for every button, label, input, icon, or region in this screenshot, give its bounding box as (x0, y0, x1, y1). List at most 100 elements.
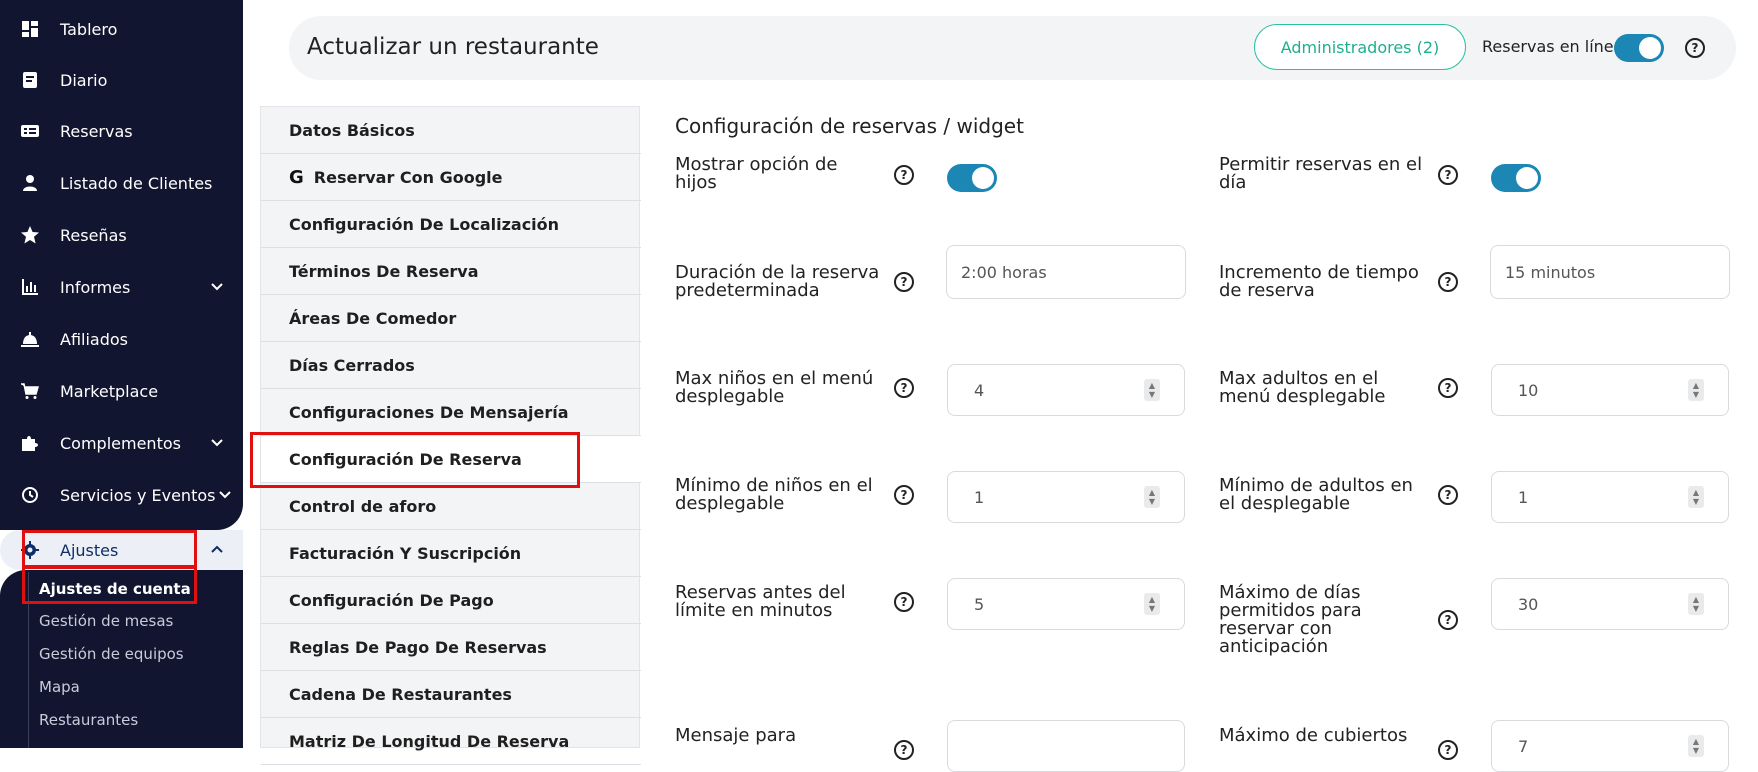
stepper-arrows[interactable]: ▲ ▼ (1144, 379, 1160, 401)
tab-label: Reservar Con Google (313, 167, 503, 187)
sidebar-item-label: Afiliados (60, 329, 128, 349)
help-icon[interactable]: ? (894, 592, 914, 612)
tab-facturacion[interactable]: Facturación Y Suscripción (261, 530, 641, 577)
min-children-label: Mínimo de niños en el desplegable (675, 475, 873, 514)
submenu-item-gestion-mesas[interactable]: Gestión de mesas (39, 612, 173, 630)
cart-icon (20, 381, 40, 401)
submenu-item-restaurantes[interactable]: Restaurantes (39, 711, 138, 729)
dashboard-icon (20, 19, 40, 39)
toggle-knob (972, 167, 994, 189)
help-icon[interactable]: ? (1438, 378, 1458, 398)
sidebar-item-marketplace[interactable]: Marketplace (0, 368, 243, 414)
time-increment-label: Incremento de tiempo de reserva (1219, 262, 1419, 301)
sidebar-item-label: Tablero (60, 19, 118, 39)
stepper-arrows[interactable]: ▲ ▼ (1688, 593, 1704, 615)
highlight-box (22, 566, 197, 604)
stepper-arrows[interactable]: ▲ ▼ (1144, 593, 1160, 615)
chevron-down-icon (219, 491, 231, 499)
sidebar-item-afiliados[interactable]: Afiliados (0, 316, 243, 362)
chart-icon (20, 277, 40, 297)
toggle-knob (1639, 37, 1661, 59)
sidebar-item-label: Marketplace (60, 381, 159, 401)
chevron-down-icon (211, 439, 223, 447)
time-increment-field[interactable]: 15 minutos (1490, 245, 1730, 299)
show-children-toggle[interactable] (947, 164, 997, 192)
stepper-arrows[interactable]: ▲ ▼ (1688, 735, 1704, 757)
help-icon[interactable]: ? (894, 272, 914, 292)
tab-localizacion[interactable]: Configuración De Localización (261, 201, 641, 248)
sidebar-item-label: Informes (60, 277, 131, 297)
sidebar-item-complementos[interactable]: Complementos (0, 420, 243, 466)
sidebar-item-label: Reseñas (60, 225, 127, 245)
show-children-label: Mostrar opción de hijos (675, 154, 838, 193)
max-children-stepper[interactable]: 4 ▲ ▼ (947, 364, 1185, 416)
administrators-button[interactable]: Administradores (2) (1254, 24, 1466, 70)
star-icon (20, 225, 40, 245)
max-days-stepper[interactable]: 30 ▲ ▼ (1491, 578, 1729, 630)
help-icon[interactable]: ? (1438, 485, 1458, 505)
min-children-stepper[interactable]: 1 ▲ ▼ (947, 471, 1185, 523)
tab-mensajeria[interactable]: Configuraciones De Mensajería (261, 389, 641, 436)
sidebar-item-informes[interactable]: Informes (0, 264, 243, 310)
stepper-value: 4 (974, 380, 985, 400)
tab-matriz-longitud[interactable]: Matriz De Longitud De Reserva (261, 718, 641, 765)
sidebar-item-clientes[interactable]: Listado de Clientes (0, 160, 243, 206)
sidebar-item-label: Listado de Clientes (60, 173, 213, 193)
stepper-value: 1 (1518, 487, 1529, 507)
book-icon (20, 70, 40, 90)
default-duration-field[interactable]: 2:00 horas (946, 245, 1186, 299)
tab-reservar-google[interactable]: G Reservar Con Google (261, 154, 641, 201)
sidebar-item-reservas[interactable]: Reservas (0, 108, 243, 154)
sidebar: Tablero Diario Reservas Listado de Clien… (0, 0, 243, 748)
settings-tabs: Datos Básicos G Reservar Con Google Conf… (260, 106, 641, 765)
chevron-up-icon (211, 545, 223, 553)
max-covers-stepper[interactable]: 7 ▲ ▼ (1491, 720, 1729, 772)
help-icon[interactable]: ? (1438, 740, 1458, 760)
tab-configuracion-pago[interactable]: Configuración De Pago (261, 577, 641, 624)
stepper-arrows[interactable]: ▲ ▼ (1144, 486, 1160, 508)
max-days-label: Máximo de días permitidos para reservar … (1219, 582, 1362, 657)
max-adults-stepper[interactable]: 10 ▲ ▼ (1491, 364, 1729, 416)
highlight-box (250, 432, 580, 488)
max-covers-label: Máximo de cubiertos (1219, 725, 1408, 746)
stepper-value: 10 (1518, 380, 1539, 400)
help-icon[interactable]: ? (894, 378, 914, 398)
stepper-arrows[interactable]: ▲ ▼ (1688, 379, 1704, 401)
sidebar-item-diario[interactable]: Diario (0, 57, 243, 103)
google-icon: G (289, 166, 304, 188)
same-day-label: Permitir reservas en el día (1219, 154, 1423, 193)
tab-cadena-restaurantes[interactable]: Cadena De Restaurantes (261, 671, 641, 718)
help-icon[interactable]: ? (1438, 272, 1458, 292)
tab-dias-cerrados[interactable]: Días Cerrados (261, 342, 641, 389)
max-children-label: Max niños en el menú desplegable (675, 368, 874, 407)
sidebar-item-servicios[interactable]: Servicios y Eventos (0, 472, 243, 518)
user-icon (20, 173, 40, 193)
before-limit-stepper[interactable]: 5 ▲ ▼ (947, 578, 1185, 630)
same-day-toggle[interactable] (1491, 164, 1541, 192)
help-icon[interactable]: ? (1685, 38, 1705, 58)
tab-control-aforo[interactable]: Control de aforo (261, 483, 641, 530)
submenu-item-gestion-equipos[interactable]: Gestión de equipos (39, 645, 184, 663)
bell-icon (20, 329, 40, 349)
puzzle-icon (20, 433, 40, 453)
stepper-value: 30 (1518, 594, 1539, 614)
sidebar-item-resenas[interactable]: Reseñas (0, 212, 243, 258)
stepper-arrows[interactable]: ▲ ▼ (1688, 486, 1704, 508)
help-icon[interactable]: ? (1438, 165, 1458, 185)
help-icon[interactable]: ? (894, 165, 914, 185)
tab-datos-basicos[interactable]: Datos Básicos (261, 107, 641, 154)
tab-reglas-pago[interactable]: Reglas De Pago De Reservas (261, 624, 641, 671)
help-icon[interactable]: ? (894, 740, 914, 760)
submenu-item-mapa[interactable]: Mapa (39, 678, 80, 696)
min-adults-stepper[interactable]: 1 ▲ ▼ (1491, 471, 1729, 523)
tab-areas-comedor[interactable]: Áreas De Comedor (261, 295, 641, 342)
sidebar-item-tablero[interactable]: Tablero (0, 6, 243, 52)
tab-terminos[interactable]: Términos De Reserva (261, 248, 641, 295)
online-reservations-toggle[interactable] (1614, 34, 1664, 62)
stepper-value: 1 (974, 487, 985, 507)
sidebar-item-label: Reservas (60, 121, 133, 141)
help-icon[interactable]: ? (1438, 610, 1458, 630)
sidebar-item-label: Complementos (60, 433, 181, 453)
help-icon[interactable]: ? (894, 485, 914, 505)
message-field[interactable] (947, 720, 1185, 772)
